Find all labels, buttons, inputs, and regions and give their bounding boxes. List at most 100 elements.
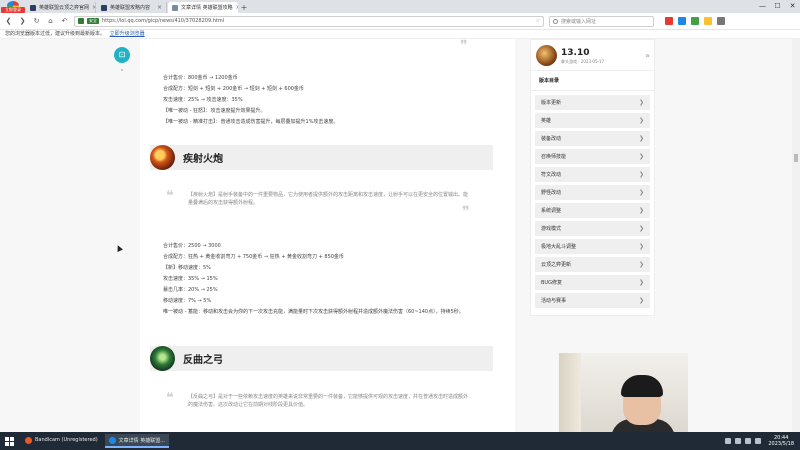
quote-open-icon: ❝: [166, 188, 174, 204]
search-placeholder: 搜索或输入网址: [561, 18, 597, 25]
stat-line: 合成配方：狂热 + 黄金收割弯刀 + 750金币 → 狂热 + 黄金收割弯刀 +…: [163, 254, 344, 260]
quote-close-icon: ❞: [460, 39, 468, 54]
stat-line: 【新】移动速度：5%: [163, 265, 211, 271]
item-quote: 【疾射火炮】是射手装备中的一件重要物品，它为使用者提供额外的攻击距离和攻击速度，…: [188, 192, 469, 206]
menu-item-game-modes[interactable]: 游戏模式 ❯: [535, 221, 650, 236]
back-arrow-icon[interactable]: ❮: [4, 17, 13, 26]
undo-icon[interactable]: ↶: [60, 17, 69, 26]
stat-line: 唯一被动 - 蓄能：移动和攻击会为你的下一次攻击充能，满能量时下次攻击获得额外射…: [163, 309, 464, 315]
browser-icon: [108, 436, 116, 444]
menu-item-bug-fixes[interactable]: BUG修复 ❯: [535, 275, 650, 290]
chevron-right-icon: ❯: [638, 153, 644, 160]
secure-badge: 安全: [87, 18, 99, 24]
menu-item-champions[interactable]: 英雄 ❯: [535, 113, 650, 128]
taskbar-app-browser[interactable]: 文章详情 英雄联盟...: [104, 434, 170, 448]
toolbar-extensions: [665, 17, 725, 25]
menu-item-systems[interactable]: 系统调整 ❯: [535, 203, 650, 218]
bookmark-star-icon[interactable]: ☆: [536, 18, 540, 24]
taskbar-clock[interactable]: 20:44 2023/5/18: [768, 435, 794, 447]
site-favicon-icon: [30, 4, 36, 11]
forward-arrow-icon[interactable]: ❯: [18, 17, 27, 26]
menu-item-tft[interactable]: 云顶之弈更新 ❯: [535, 257, 650, 272]
site-favicon-icon: [101, 4, 107, 11]
menu-item-patch-notes[interactable]: 版本更新 ❯: [535, 95, 650, 110]
item-heading-recurve-bow: 反曲之弓: [150, 346, 493, 371]
chevron-right-icon: ❯: [638, 117, 644, 124]
chevron-right-icon: ❯: [638, 171, 644, 178]
chevron-right-icon: ❯: [638, 189, 644, 196]
menu-icon[interactable]: [717, 17, 725, 25]
close-tab-icon[interactable]: ×: [92, 4, 95, 11]
extension-icon[interactable]: [691, 17, 699, 25]
close-tab-icon[interactable]: ×: [157, 4, 162, 11]
menu-item-events[interactable]: 活动与赛事 ❯: [535, 293, 650, 308]
windows-taskbar: Bandicam (Unregistered) 文章详情 英雄联盟... 20:…: [0, 432, 800, 450]
close-window-button[interactable]: ✕: [785, 0, 800, 13]
tab-title: 文章详情 英雄联盟攻略: [181, 5, 233, 11]
extension-icon[interactable]: [678, 17, 686, 25]
menu-item-items[interactable]: 装备改动 ❯: [535, 131, 650, 146]
extension-icon[interactable]: [704, 17, 712, 25]
patch-card[interactable]: 13.10 拳头游戏 · 2023-05-17 »: [530, 39, 655, 71]
chevron-right-icon: ❯: [638, 99, 644, 106]
author-avatar: [536, 45, 557, 66]
system-tray: 20:44 2023/5/18: [725, 435, 800, 447]
stat-line: 移动速度：7% → 5%: [163, 298, 212, 304]
notification-icon[interactable]: [755, 438, 762, 444]
version-menu: 版本更新 ❯ 英雄 ❯ 装备改动 ❯ 召唤师技能 ❯ 符文改动 ❯ 野怪改动 ❯ 系统调整 ❯…: [530, 91, 655, 316]
tab-3-active[interactable]: 文章详情 英雄联盟攻略 ×: [168, 2, 238, 13]
notice-text: 您的浏览器版本过低，建议升级到最新版本。: [5, 31, 106, 37]
maximize-button[interactable]: ☐: [770, 0, 785, 13]
chevron-right-icon: ❯: [638, 135, 644, 142]
menu-item-aram[interactable]: 极地大乱斗调整 ❯: [535, 239, 650, 254]
upgrade-link[interactable]: 立即升级浏览器: [110, 31, 145, 37]
share-icon[interactable]: ⊡: [114, 47, 130, 63]
tab-2[interactable]: 英雄联盟攻略内容 ×: [97, 2, 167, 13]
menu-title: 版本目录: [530, 71, 655, 91]
extension-icon[interactable]: [665, 17, 673, 25]
page-viewport: ⊡ ❞ 合计售价：800金币 → 1200金币 合成配方：短剑 + 短剑 + 2…: [0, 39, 800, 432]
home-icon[interactable]: ⌂: [46, 17, 55, 26]
windows-start-icon[interactable]: [0, 432, 18, 450]
stat-line: 暴击几率：20% → 25%: [163, 287, 218, 293]
window-controls: — ☐ ✕: [755, 0, 800, 13]
stat-line: 合计售价：2500 → 3000: [163, 243, 221, 249]
chevron-right-icon: ❯: [638, 279, 644, 286]
item-name: 疾射火炮: [183, 154, 223, 165]
network-icon[interactable]: [725, 438, 732, 444]
browser-toolbar: ❮ ❯ ↻ ⌂ ↶ 安全 https://lol.qq.com/gicp/new…: [0, 13, 800, 30]
minimize-button[interactable]: —: [755, 0, 770, 13]
reload-icon[interactable]: ↻: [32, 17, 41, 26]
close-tab-icon[interactable]: ×: [236, 4, 238, 11]
menu-item-jungle[interactable]: 野怪改动 ❯: [535, 185, 650, 200]
tab-1[interactable]: 英雄联盟云顶之弈官网 ×: [26, 2, 96, 13]
menu-item-summoner-spells[interactable]: 召唤师技能 ❯: [535, 149, 650, 164]
address-bar[interactable]: 安全 https://lol.qq.com/gicp/news/410/3702…: [74, 15, 544, 27]
volume-icon[interactable]: [735, 438, 742, 444]
webcam-overlay: [559, 353, 688, 432]
item-quote: 【反曲之弓】是对于一些依赖攻击速度的英雄来说非常重要的一件装备，它能够提供可观的…: [188, 394, 469, 408]
task-title: Bandicam (Unregistered): [35, 437, 98, 443]
chevron-right-icon: ❯: [638, 207, 644, 214]
stat-line: 攻击速度：35% → 15%: [163, 276, 218, 282]
stat-line: 合成配方：短剑 + 短剑 + 200金币 → 短剑 + 短剑 + 600金币: [163, 86, 304, 92]
scrollbar-thumb[interactable]: [794, 154, 798, 162]
stat-line: 合计售价：800金币 → 1200金币: [163, 75, 238, 81]
tab-title: 英雄联盟攻略内容: [110, 5, 151, 11]
new-tab-button[interactable]: +: [239, 2, 249, 13]
article-body: ❞ 合计售价：800金币 → 1200金币 合成配方：短剑 + 短剑 + 200…: [140, 39, 515, 432]
input-method-icon[interactable]: [745, 438, 752, 444]
chevron-right-icon: ❯: [638, 261, 644, 268]
divider-dot: [121, 69, 123, 71]
taskbar-app-bandicam[interactable]: Bandicam (Unregistered): [21, 434, 102, 448]
patch-meta: 拳头游戏 · 2023-05-17: [561, 59, 605, 64]
item-heading-rapid-firecannon: 疾射火炮: [150, 145, 493, 170]
page-scrollbar[interactable]: [792, 39, 800, 432]
recurve-bow-icon: [150, 346, 175, 371]
search-input[interactable]: 搜索或输入网址: [549, 15, 654, 27]
patch-version: 13.10: [561, 48, 590, 58]
double-chevron-right-icon[interactable]: »: [645, 51, 650, 60]
browser-logo[interactable]: 立即登录: [0, 0, 26, 13]
menu-item-runes[interactable]: 符文改动 ❯: [535, 167, 650, 182]
url-text[interactable]: https://lol.qq.com/gicp/news/410/3702820…: [102, 18, 224, 24]
